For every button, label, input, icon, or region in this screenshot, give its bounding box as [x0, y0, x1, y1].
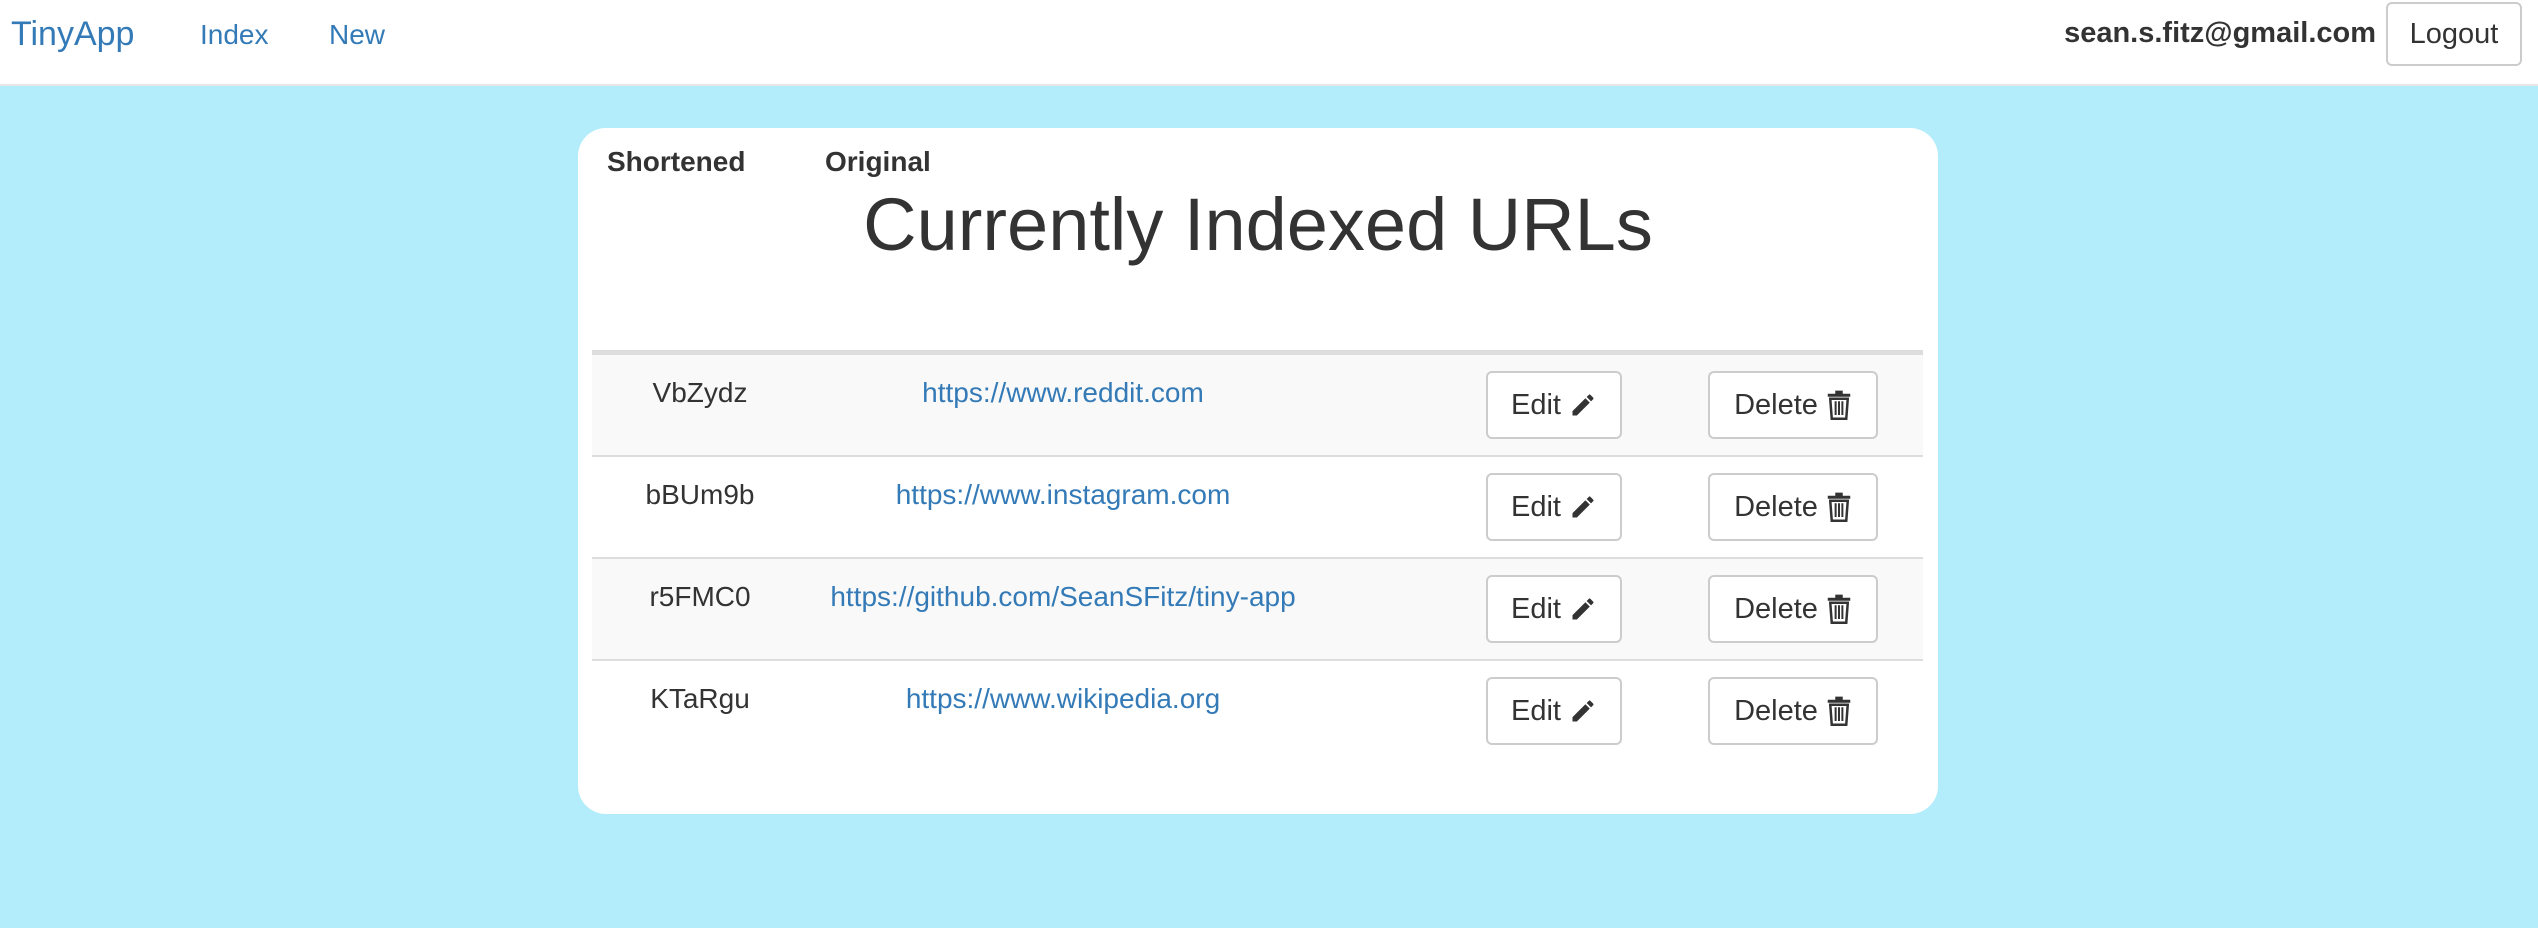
pencil-icon: [1569, 391, 1597, 419]
trash-icon: [1826, 594, 1852, 624]
original-url-link[interactable]: https://www.instagram.com: [808, 479, 1318, 511]
delete-button[interactable]: Delete: [1708, 371, 1878, 439]
pencil-icon: [1569, 595, 1597, 623]
table-row: VbZydz https://www.reddit.com Edit Delete: [592, 353, 1923, 455]
delete-button-label: Delete: [1734, 694, 1818, 727]
table-row: KTaRgu https://www.wikipedia.org Edit Delet…: [592, 659, 1923, 761]
trash-icon: [1826, 492, 1852, 522]
column-header-shortened: Shortened: [607, 146, 746, 177]
nav-link-new[interactable]: New: [329, 18, 385, 52]
delete-button-label: Delete: [1734, 388, 1818, 421]
delete-button-label: Delete: [1734, 592, 1818, 625]
edit-button-label: Edit: [1511, 694, 1561, 727]
delete-button[interactable]: Delete: [1708, 677, 1878, 745]
pencil-icon: [1569, 493, 1597, 521]
page-title: Currently Indexed URLs: [863, 183, 1653, 266]
column-header-original: Original: [825, 146, 931, 177]
delete-button[interactable]: Delete: [1708, 575, 1878, 643]
short-url-cell: VbZydz: [652, 377, 748, 408]
pencil-icon: [1569, 697, 1597, 725]
delete-button-label: Delete: [1734, 490, 1818, 523]
edit-button[interactable]: Edit: [1486, 575, 1622, 643]
original-url-link[interactable]: https://github.com/SeanSFitz/tiny-app: [808, 581, 1318, 613]
table-row: r5FMC0 https://github.com/SeanSFitz/tiny-…: [592, 557, 1923, 659]
original-url-link[interactable]: https://www.reddit.com: [808, 377, 1318, 409]
edit-button-label: Edit: [1511, 388, 1561, 421]
table-row: bBUm9b https://www.instagram.com Edit Delet…: [592, 455, 1923, 557]
trash-icon: [1826, 696, 1852, 726]
edit-button[interactable]: Edit: [1486, 677, 1622, 745]
delete-button[interactable]: Delete: [1708, 473, 1878, 541]
edit-button[interactable]: Edit: [1486, 473, 1622, 541]
brand-link[interactable]: TinyApp: [11, 14, 134, 54]
short-url-cell: bBUm9b: [645, 479, 755, 510]
edit-button-label: Edit: [1511, 490, 1561, 523]
short-url-cell: KTaRgu: [650, 683, 750, 714]
edit-button-label: Edit: [1511, 592, 1561, 625]
logout-button[interactable]: Logout: [2386, 2, 2522, 66]
edit-button[interactable]: Edit: [1486, 371, 1622, 439]
nav-link-index[interactable]: Index: [200, 18, 269, 52]
short-url-cell: r5FMC0: [649, 581, 751, 612]
trash-icon: [1826, 390, 1852, 420]
user-email: sean.s.fitz@gmail.com: [2064, 17, 2376, 49]
navbar: TinyApp Index New sean.s.fitz@gmail.com …: [0, 0, 2538, 86]
original-url-link[interactable]: https://www.wikipedia.org: [808, 683, 1318, 715]
